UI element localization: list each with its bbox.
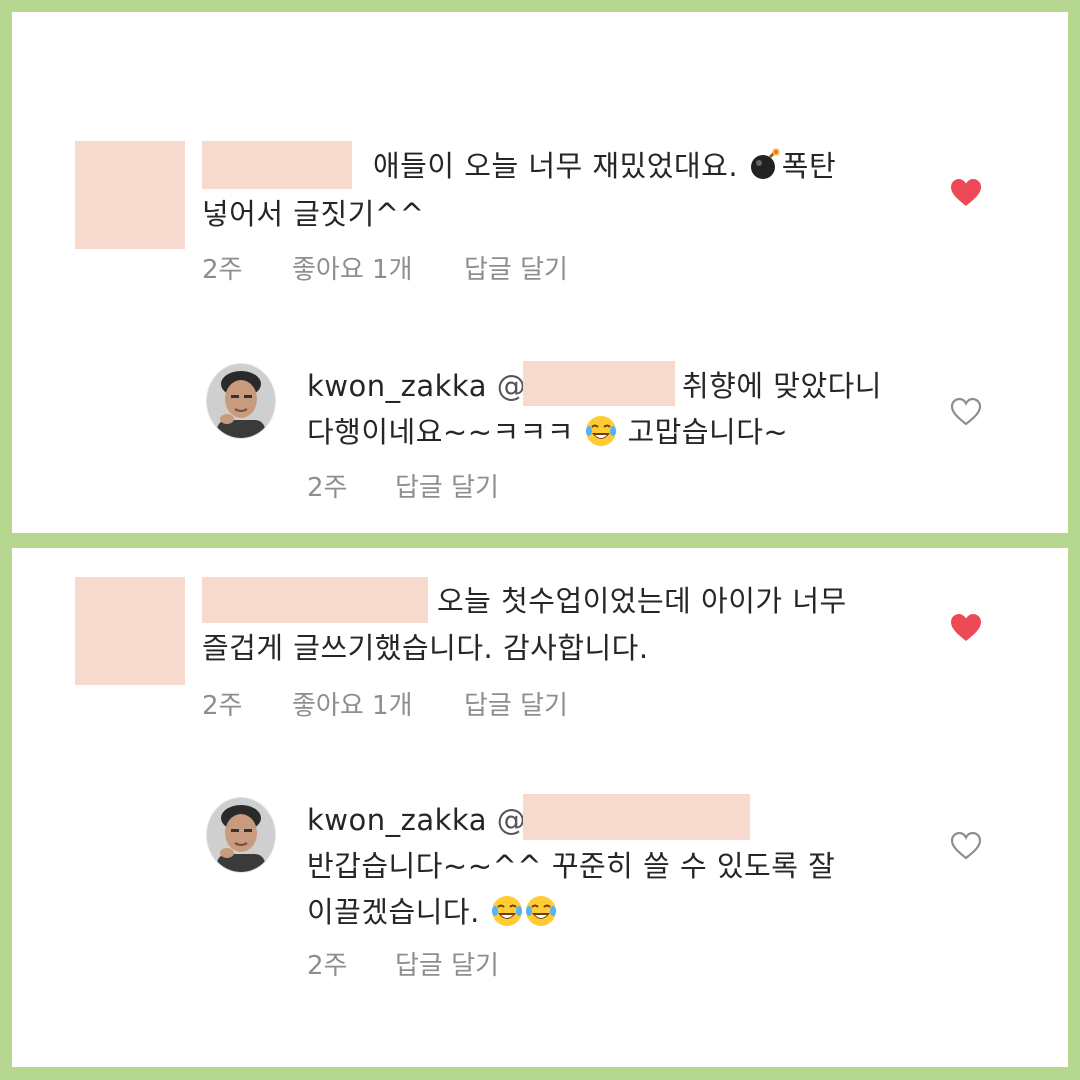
tears-of-joy-icon <box>584 414 618 448</box>
reply-avatar[interactable] <box>207 364 275 438</box>
reply-text-line-2: 다행이네요~~ㅋㅋㅋ 고맙습니다~ <box>307 414 789 449</box>
commenter-username-redacted[interactable] <box>202 577 428 623</box>
reply-button[interactable]: 답글 달기 <box>395 470 499 506</box>
comment-time[interactable]: 2주 <box>202 688 242 724</box>
commenter-username-redacted[interactable] <box>202 141 352 189</box>
heart-filled-icon[interactable] <box>950 613 982 643</box>
reply-text-line-3: 이끌겠습니다. <box>307 886 558 938</box>
mention-username-redacted[interactable] <box>523 361 675 406</box>
mention-username-redacted[interactable] <box>523 794 750 840</box>
comment-time[interactable]: 2주 <box>202 252 242 288</box>
comment-text: 애들이 오늘 너무 재밌었대요. <box>373 149 739 183</box>
reply-time[interactable]: 2주 <box>307 948 347 984</box>
reply-time[interactable]: 2주 <box>307 470 347 506</box>
tears-of-joy-icon <box>524 894 558 928</box>
heart-outline-icon[interactable] <box>950 831 982 861</box>
reply-text-line-2: 반갑습니다~~^^ 꾸준히 쓸 수 있도록 잘 <box>307 849 836 883</box>
comment-likes-count[interactable]: 좋아요 1개 <box>292 252 413 288</box>
mention-at: @ <box>496 369 527 403</box>
reply-text-line-1: kwon_zakka @ <box>307 794 526 846</box>
reply-username[interactable]: kwon_zakka <box>307 369 487 403</box>
comment-likes-count[interactable]: 좋아요 1개 <box>292 688 413 724</box>
reply-button[interactable]: 답글 달기 <box>464 688 568 724</box>
heart-outline-icon[interactable] <box>950 397 982 427</box>
comment-text-line-2: 넣어서 글짓기^^ <box>202 197 425 231</box>
reply-meta: 2주 답글 달기 <box>307 470 707 506</box>
comment-text-suffix: 폭탄 <box>781 149 837 183</box>
reply-button[interactable]: 답글 달기 <box>395 948 499 984</box>
mention-at: @ <box>496 803 527 837</box>
comment-panel-2: 오늘 첫수업이었는데 아이가 너무 즐겁게 글쓰기했습니다. 감사합니다. 2주… <box>12 548 1068 1067</box>
reply-button[interactable]: 답글 달기 <box>464 252 568 288</box>
comment-meta: 2주 좋아요 1개 답글 달기 <box>202 688 702 724</box>
reply-text-line-1: kwon_zakka @ <box>307 360 526 412</box>
heart-filled-icon[interactable] <box>950 178 982 208</box>
reply-avatar[interactable] <box>207 798 275 872</box>
reply-text-line-1-rest: 취향에 맞았다니 <box>682 369 882 403</box>
comment-panel-1: 애들이 오늘 너무 재밌었대요. 폭탄 넣어서 글짓기^^ 2주 좋아요 1개 … <box>12 12 1068 533</box>
commenter-avatar-redacted[interactable] <box>75 141 185 249</box>
commenter-avatar-redacted[interactable] <box>75 577 185 685</box>
comment-text-line-2: 즐겁게 글쓰기했습니다. 감사합니다. <box>202 631 649 665</box>
comment-text-line-1: 오늘 첫수업이었는데 아이가 너무 <box>437 584 847 618</box>
tears-of-joy-icon <box>490 894 524 928</box>
comment-text-line-1: 애들이 오늘 너무 재밌었대요. 폭탄 <box>373 140 836 192</box>
reply-meta: 2주 답글 달기 <box>307 948 707 984</box>
reply-username[interactable]: kwon_zakka <box>307 803 487 837</box>
comment-meta: 2주 좋아요 1개 답글 달기 <box>202 252 702 288</box>
bomb-icon <box>748 148 782 182</box>
